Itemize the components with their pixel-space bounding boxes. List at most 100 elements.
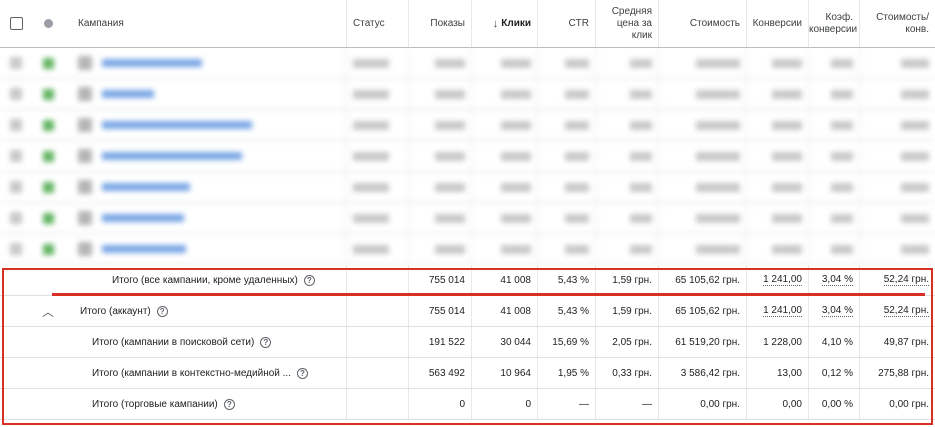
- total-ctr: —: [538, 389, 596, 419]
- campaign-row[interactable]: [0, 141, 935, 172]
- campaign-metric: [809, 172, 860, 202]
- enabled-status-icon[interactable]: [32, 172, 64, 202]
- row-checkbox[interactable]: [0, 141, 32, 171]
- total-clicks: 41 008: [472, 296, 538, 326]
- enabled-status-icon[interactable]: [32, 48, 64, 78]
- total-impressions: 755 014: [409, 265, 472, 295]
- total-avg-cpc: 1,59 грн.: [596, 296, 659, 326]
- total-cost: 65 105,62 грн.: [659, 296, 747, 326]
- total-conv-rate: 0,00 %: [809, 389, 860, 419]
- campaign-row[interactable]: [0, 110, 935, 141]
- header-avg-cpc[interactable]: Средняя цена за клик: [596, 0, 659, 47]
- enabled-status-icon[interactable]: [32, 234, 64, 264]
- spacer: [318, 296, 347, 326]
- total-cost-per-conv[interactable]: 52,24 грн.: [883, 305, 929, 317]
- enabled-status-icon[interactable]: [32, 203, 64, 233]
- campaign-row[interactable]: [0, 203, 935, 234]
- campaign-name-link[interactable]: [64, 79, 318, 109]
- row-checkbox[interactable]: [0, 234, 32, 264]
- total-label: Итого (торговые кампании): [92, 398, 218, 410]
- total-impressions: 755 014: [409, 296, 472, 326]
- select-all-checkbox[interactable]: [9, 17, 23, 30]
- help-icon[interactable]: ?: [303, 274, 315, 286]
- chevron-up-icon[interactable]: ︿: [42, 303, 54, 320]
- header-status[interactable]: Статус: [347, 0, 409, 47]
- row-checkbox[interactable]: [0, 172, 32, 202]
- header-campaign[interactable]: Кампания: [64, 0, 318, 47]
- campaign-row[interactable]: [0, 172, 935, 203]
- header-cost-per-conv[interactable]: Стоимость/ конв.: [860, 0, 935, 47]
- row-checkbox[interactable]: [0, 79, 32, 109]
- enabled-status-icon[interactable]: [32, 110, 64, 140]
- campaign-name-link[interactable]: [64, 110, 318, 140]
- total-conv-rate-cell: 3,04 %: [809, 296, 860, 326]
- select-all-cell: [0, 0, 32, 47]
- total-cost: 65 105,62 грн.: [659, 265, 747, 295]
- campaign-metric: [747, 234, 809, 264]
- total-label: Итого (аккаунт): [80, 305, 151, 317]
- spacer: [318, 327, 347, 357]
- total-cost-per-conv-cell: 52,24 грн.: [860, 265, 935, 295]
- campaign-metric: [596, 234, 659, 264]
- campaign-metric: [472, 48, 538, 78]
- campaign-metric: [409, 79, 472, 109]
- header-ctr[interactable]: CTR: [538, 0, 596, 47]
- campaign-metric: [409, 203, 472, 233]
- campaign-metric: [538, 110, 596, 140]
- total-status: [347, 358, 409, 388]
- campaign-row[interactable]: [0, 234, 935, 265]
- total-conv-rate[interactable]: 3,04 %: [821, 274, 853, 286]
- row-checkbox[interactable]: [0, 110, 32, 140]
- row-checkbox[interactable]: [0, 48, 32, 78]
- total-conversions[interactable]: 1 241,00: [763, 305, 802, 317]
- help-icon[interactable]: ?: [260, 336, 272, 348]
- total-conversions: 1 228,00: [747, 327, 809, 357]
- total-label: Итого (все кампании, кроме удаленных): [112, 274, 298, 286]
- spacer: [318, 110, 347, 140]
- enabled-status-icon[interactable]: [32, 79, 64, 109]
- row-checkbox[interactable]: [0, 203, 32, 233]
- campaign-name-link[interactable]: [64, 48, 318, 78]
- campaign-metric: [860, 110, 935, 140]
- header-clicks[interactable]: ↓ Клики: [472, 0, 538, 47]
- campaign-status: [347, 172, 409, 202]
- header-impressions[interactable]: Показы: [409, 0, 472, 47]
- campaign-name-link[interactable]: [64, 172, 318, 202]
- campaign-name-link[interactable]: [64, 203, 318, 233]
- campaign-status: [347, 234, 409, 264]
- spacer: [318, 48, 347, 78]
- campaign-metric: [747, 79, 809, 109]
- help-icon[interactable]: ?: [223, 398, 235, 410]
- total-avg-cpc: 1,59 грн.: [596, 265, 659, 295]
- total-status: [347, 389, 409, 419]
- campaign-name-link[interactable]: [64, 141, 318, 171]
- campaign-metric: [747, 141, 809, 171]
- total-conv-rate-cell: 3,04 %: [809, 265, 860, 295]
- total-label-cell: Итого (все кампании, кроме удаленных)?: [64, 265, 318, 295]
- total-conversions: 13,00: [747, 358, 809, 388]
- help-icon[interactable]: ?: [156, 305, 168, 317]
- total-ctr: 5,43 %: [538, 265, 596, 295]
- campaign-metric: [809, 79, 860, 109]
- help-icon[interactable]: ?: [296, 367, 308, 379]
- header-conversions[interactable]: Конверсии: [747, 0, 809, 47]
- total-conversions[interactable]: 1 241,00: [763, 274, 802, 286]
- campaign-metric: [472, 141, 538, 171]
- total-label-cell: Итого (кампании в контекстно-медийной ..…: [64, 358, 318, 388]
- total-cost: 61 519,20 грн.: [659, 327, 747, 357]
- header-conv-rate[interactable]: Коэф. конверсии: [809, 0, 860, 47]
- campaign-metric: [596, 203, 659, 233]
- campaign-row[interactable]: [0, 48, 935, 79]
- header-cost[interactable]: Стоимость: [659, 0, 747, 47]
- total-row-shopping: Итого (торговые кампании)? 0 0 — — 0,00 …: [0, 389, 935, 420]
- total-cost-per-conv: 275,88 грн.: [878, 367, 929, 379]
- total-cost-per-conv[interactable]: 52,24 грн.: [883, 274, 929, 286]
- total-conv-rate[interactable]: 3,04 %: [821, 305, 853, 317]
- campaign-metric: [809, 48, 860, 78]
- enabled-status-icon[interactable]: [32, 141, 64, 171]
- campaign-row[interactable]: [0, 79, 935, 110]
- campaign-name-link[interactable]: [64, 234, 318, 264]
- campaign-metric: [860, 79, 935, 109]
